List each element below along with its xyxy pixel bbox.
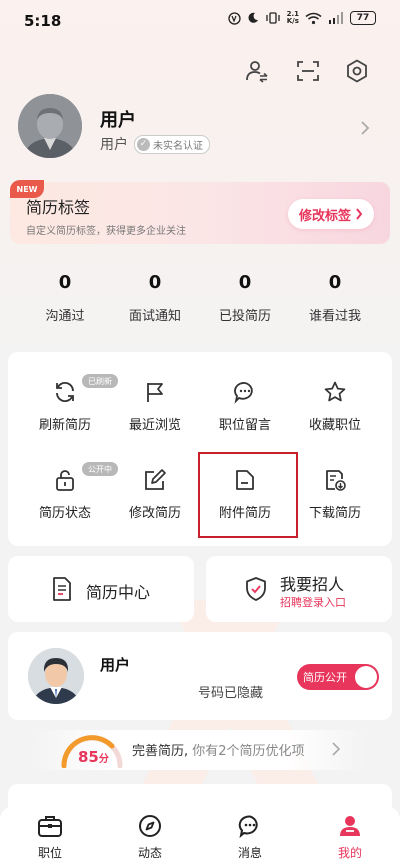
switch-identity-icon[interactable] [244, 58, 270, 84]
grid-label: 刷新简历 [38, 418, 91, 433]
stat-contacted[interactable]: 0 沟通过 [20, 272, 110, 324]
stat-value: 0 [238, 272, 252, 293]
lock-icon [56, 470, 74, 491]
grid-item-job-messages[interactable]: 职位留言 [200, 378, 290, 433]
grid-item-edit-resume[interactable]: 修改简历 [110, 466, 200, 521]
nav-label: 职位 [37, 846, 62, 860]
network-speed: 2.1 K/s [286, 10, 299, 25]
message-icon [234, 382, 253, 404]
resume-tag-title: 简历标签 [26, 198, 91, 217]
nav-label: 我的 [337, 846, 362, 860]
stat-label: 谁看过我 [308, 309, 361, 324]
nav-item-mine[interactable]: 我的 [310, 812, 390, 861]
status-icons: 2.1 K/s 77 [227, 10, 376, 25]
refresh-icon [56, 381, 74, 403]
download-doc-icon [326, 470, 346, 491]
user-role: 用户 [100, 137, 128, 153]
grid-label: 修改简历 [128, 506, 181, 521]
status-bar: 5:18 2.1 K/s 77 [0, 0, 400, 44]
profile-avatar[interactable] [28, 648, 84, 704]
grid-label: 下载简历 [308, 506, 361, 521]
verify-label: 未实名认证 [153, 140, 203, 152]
signal-icon [328, 12, 344, 24]
grid-item-download-resume[interactable]: 下载简历 [290, 466, 380, 521]
stat-applied[interactable]: 0 已投简历 [200, 272, 290, 324]
grid-item-recent-views[interactable]: 最近浏览 [110, 378, 200, 433]
stat-label: 已投简历 [218, 309, 271, 324]
settings-icon[interactable] [344, 58, 370, 84]
score-value: 85分 [78, 748, 109, 766]
document-icon [50, 576, 74, 606]
grid-label: 最近浏览 [128, 418, 181, 433]
edit-tag-button[interactable]: 修改标签 [288, 199, 374, 229]
grid-label: 收藏职位 [308, 418, 361, 433]
battery-icon: 77 [350, 11, 376, 25]
nav-label: 动态 [137, 846, 162, 860]
nav-item-messages[interactable]: 消息 [210, 812, 290, 861]
nav-item-moments[interactable]: 动态 [110, 812, 190, 861]
person-icon [340, 816, 360, 836]
resume-center-title: 简历中心 [86, 583, 151, 602]
stat-interviews[interactable]: 0 面试通知 [110, 272, 200, 324]
grid-item-saved-jobs[interactable]: 收藏职位 [290, 378, 380, 433]
star-icon [324, 381, 346, 402]
user-name: 用户 [100, 110, 136, 131]
stat-label: 面试通知 [128, 309, 181, 324]
moon-icon [247, 12, 259, 24]
recruit-title: 我要招人 [280, 575, 345, 594]
briefcase-icon [38, 816, 62, 837]
nav-label: 消息 [237, 846, 262, 860]
chevron-right-icon[interactable] [332, 741, 341, 760]
compass-icon [139, 815, 161, 837]
profile-phone: 号码已隐藏 [198, 686, 264, 701]
stat-label: 沟通过 [45, 309, 85, 324]
flag-icon [147, 383, 163, 402]
avatar[interactable] [18, 94, 82, 158]
stat-value: 0 [148, 272, 162, 293]
toggle-label: 简历公开 [303, 671, 347, 684]
chat-icon [238, 815, 258, 838]
edit-icon [145, 469, 166, 490]
highlight-box [198, 452, 298, 538]
stat-viewed-me[interactable]: 0 谁看过我 [290, 272, 380, 324]
stat-value: 0 [58, 272, 72, 293]
verify-badge[interactable]: ✓ 未实名认证 [134, 134, 210, 154]
chevron-right-icon [356, 208, 363, 220]
user-subtitle: 用户 ✓ 未实名认证 [100, 134, 210, 154]
chevron-right-icon[interactable] [360, 120, 370, 140]
scan-icon[interactable] [295, 58, 321, 84]
status-time: 5:18 [24, 12, 62, 30]
check-icon: ✓ [137, 137, 150, 151]
profile-name: 用户 [100, 656, 131, 674]
toggle-knob[interactable] [355, 666, 377, 688]
resume-tag-desc: 自定义简历标签，获得更多企业关注 [26, 226, 186, 237]
edit-tag-label: 修改标签 [298, 208, 351, 224]
nav-item-jobs[interactable]: 职位 [10, 812, 90, 861]
vibrate-icon [265, 12, 281, 24]
score-text: 完善简历, 你有2个简历优化项 [132, 744, 305, 759]
grid-label: 职位留言 [218, 418, 271, 433]
grid-label: 简历状态 [38, 506, 91, 521]
nfc-icon [227, 11, 241, 25]
recruit-subtitle: 招聘登录入口 [280, 596, 346, 609]
stat-value: 0 [328, 272, 342, 293]
wifi-icon [305, 12, 322, 25]
shield-check-icon [244, 576, 268, 606]
